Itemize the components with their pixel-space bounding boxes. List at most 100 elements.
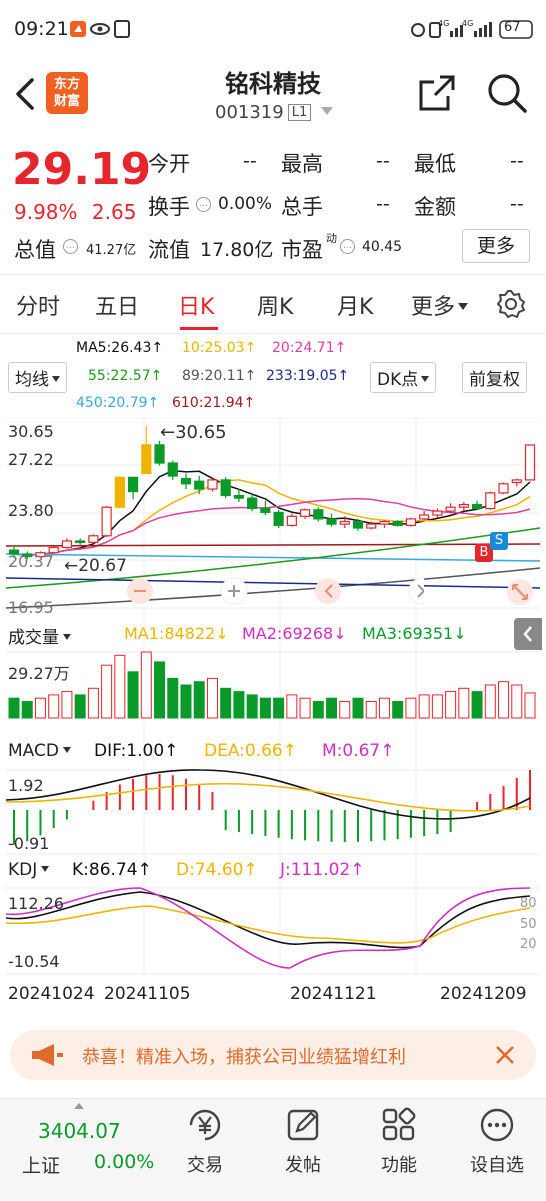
volume-bar [352,697,364,719]
volume-bar [326,697,338,719]
info-icon[interactable]: … [196,197,211,212]
gear-icon[interactable] [496,289,526,319]
kdj-select[interactable]: KDJ [8,860,50,880]
volume-bar [259,697,271,719]
bottom-nav: 3404.07 上证 0.00% 交易 发帖 功能 设自选 [0,1098,546,1200]
search-icon[interactable] [486,72,528,114]
price-axis-top: 30.65 [8,422,54,441]
candle-body [511,479,522,484]
low-value: -- [510,150,524,172]
volume-bar [74,694,86,719]
volume-bar [365,701,377,719]
turnover-label: 换手 [148,195,190,219]
low-label: 最低 [414,152,456,176]
dk-point-button[interactable]: DK点 [370,362,437,393]
volume-select[interactable]: 成交量 [8,623,71,648]
candle-body [180,478,192,485]
macd-axis-top: 1.92 [8,776,44,795]
volume-bar [61,691,73,719]
promo-banner[interactable]: 恭喜！精准入场，捕获公司业绩猛增红利 [10,1030,536,1080]
index-ticker[interactable]: 3404.07 上证 0.00% [0,1099,154,1201]
triangle-down-icon [41,866,50,872]
period-tabs: 分时 五日 日K 周K 月K 更多 [0,274,546,334]
index-value: 3404.07 [38,1119,121,1143]
stock-code[interactable]: 001319 L1 [215,102,333,123]
amount-value: -- [510,193,524,215]
price-change: 9.98% 2.65 [14,200,136,224]
kline-chart[interactable]: 30.65 27.22 23.80 20.37 16.95 ←30.65 ←20… [0,418,546,1018]
expand-icon[interactable] [506,578,534,606]
candle-body [220,479,231,497]
info-icon[interactable]: … [340,239,355,254]
volume-bar [206,677,218,719]
yen-icon [189,1109,221,1141]
volume-bar [180,684,192,719]
volume-bar [87,687,99,719]
volume-bar [220,687,232,719]
tab-five-day[interactable]: 五日 [95,289,139,321]
info-icon[interactable]: … [63,239,78,254]
close-icon[interactable] [494,1044,516,1066]
triangle-down-icon [52,376,60,382]
current-price: 29.19 [12,144,152,195]
ma610-line [5,543,541,547]
volume-bar [101,664,113,719]
price-axis-bottom: 16.95 [8,598,54,617]
nav-add-watchlist-label: 设自选 [470,1155,524,1176]
macd-dif: DIF:1.00↑ [94,741,179,761]
sell-signal[interactable]: S [490,532,508,550]
candle-body [194,480,205,490]
megaphone-icon [32,1044,63,1066]
low-price-mark: ←20.67 [64,556,127,576]
more-dots-icon [480,1108,514,1142]
macd-select-label: MACD [8,741,59,761]
tab-intraday[interactable]: 分时 [16,289,60,321]
volume-ma2: MA2:69268↓ [242,624,347,643]
candle-body [313,509,324,520]
volume-bar [127,671,139,719]
candle-body [524,444,536,481]
chart-nav-controls[interactable] [124,576,424,606]
banner-text: 恭喜！精准入场，捕获公司业绩猛增红利 [82,1047,406,1068]
edit-icon [287,1109,319,1141]
macd-axis-bottom: -0.91 [8,834,50,853]
volume-bar [286,694,298,719]
candle-body [326,518,337,525]
more-button[interactable]: 更多 [462,229,530,263]
index-change: 0.00% [94,1151,155,1173]
macd-m: M:0.67↑ [322,741,395,761]
candle-body [154,444,165,464]
tab-weekly-k[interactable]: 周K [257,289,293,321]
collapse-panel-handle[interactable] [514,618,542,650]
ma5-value: MA5:26.43↑ [76,340,164,356]
mktcap-label: 总值 [14,238,56,262]
kdj-axis-top: 112.26 [8,894,64,913]
grid-icon [382,1107,416,1141]
volume-bar [431,694,443,719]
macd-select[interactable]: MACD [8,741,71,761]
volume-bar [48,694,60,719]
volume-axis-top: 29.27万 [8,664,70,683]
float-value: 17.80亿 [200,239,274,261]
date-label-2: 20241105 [104,984,191,1004]
net-label-1: 4G [438,19,450,28]
triangle-down-icon [458,303,469,310]
candle-body [167,462,178,477]
volume-bar [312,701,324,719]
candle-body [419,514,430,520]
tab-more[interactable]: 更多 [411,289,469,321]
volume-bar [233,691,245,719]
net-label-2: 4G [462,19,474,28]
nav-features-label: 功能 [381,1155,417,1176]
ma20-value: 20:24.71↑ [272,340,347,356]
kdj-k: K:86.74↑ [72,860,152,880]
forward-adjust-button[interactable]: 前复权 [462,362,527,393]
volume-bar [299,697,311,719]
share-icon[interactable] [418,74,456,112]
ma-select[interactable]: 均线 [8,362,67,393]
market-level-tag: L1 [287,104,312,121]
candle-body [432,510,443,516]
tab-monthly-k[interactable]: 月K [337,289,373,321]
index-name: 上证 [22,1155,61,1177]
tab-daily-k[interactable]: 日K [178,289,214,321]
